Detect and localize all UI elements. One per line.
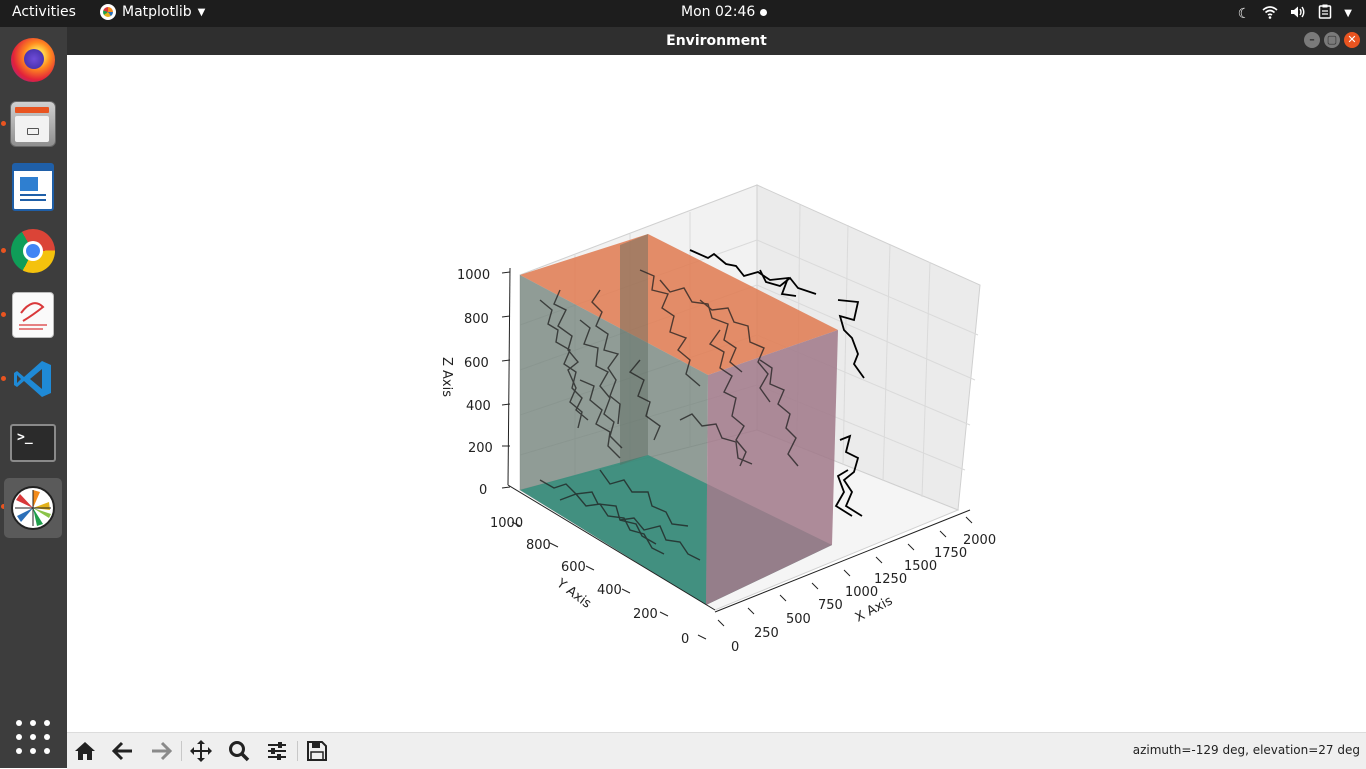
writer-icon	[12, 163, 54, 211]
configure-subplots-button[interactable]	[263, 738, 291, 764]
chrome-icon	[11, 229, 55, 273]
box-inner-face	[620, 234, 648, 465]
z-tick-label: 600	[464, 356, 489, 371]
matplotlib-icon	[100, 4, 116, 20]
back-button[interactable]	[109, 738, 137, 764]
dock-item-terminal[interactable]: >_	[4, 414, 62, 472]
chevron-down-icon[interactable]: ▼	[1344, 8, 1352, 19]
wifi-icon[interactable]	[1262, 5, 1278, 23]
x-tick-label: 0	[731, 640, 739, 655]
z-tick-labels: 1000 800 600 400 200 0	[457, 268, 493, 498]
y-tick-label: 400	[597, 583, 622, 598]
dock-item-libreoffice-writer[interactable]	[4, 158, 62, 216]
pan-icon	[190, 740, 212, 762]
y-tick-label: 200	[633, 607, 658, 622]
app-menu[interactable]: Matplotlib ▼	[100, 4, 205, 20]
configure-icon	[268, 742, 286, 760]
y-axis-label: Y Axis	[553, 576, 594, 612]
pan-button[interactable]	[187, 738, 215, 764]
zoom-icon	[229, 741, 250, 762]
forward-icon	[152, 741, 172, 761]
maximize-button[interactable]: ▢	[1324, 32, 1340, 48]
x-tick-label: 1750	[934, 546, 967, 561]
navigation-toolbar: azimuth=-129 deg, elevation=27 deg	[67, 732, 1366, 769]
back-icon	[112, 741, 132, 761]
terminal-icon: >_	[10, 424, 56, 462]
show-applications-button[interactable]	[14, 718, 52, 756]
notification-dot-icon	[760, 8, 768, 16]
window-titlebar[interactable]: Environment – ▢ ✕	[67, 27, 1366, 55]
plot-canvas[interactable]: 1000 800 600 400 200 0 Z Axis 1000 800 6…	[67, 55, 1366, 732]
top-bar: Activities Matplotlib ▼ Mon 02:46 ☾ ▼	[0, 0, 1366, 27]
close-button[interactable]: ✕	[1344, 32, 1360, 48]
dock-item-document-viewer[interactable]	[4, 286, 62, 344]
x-tick-label: 250	[754, 626, 779, 641]
y-tick-label: 0	[681, 632, 689, 647]
status-text: azimuth=-129 deg, elevation=27 deg	[1132, 743, 1360, 757]
z-tick-label: 800	[464, 312, 489, 327]
chevron-down-icon: ▼	[197, 6, 206, 18]
x-tick-label: 500	[786, 612, 811, 627]
document-viewer-icon	[12, 292, 54, 338]
dock-item-files[interactable]	[4, 95, 62, 153]
x-tick-label: 1000	[845, 585, 878, 600]
volume-icon[interactable]	[1290, 5, 1306, 23]
z-axis-label: Z Axis	[439, 357, 454, 397]
dock-item-matplotlib[interactable]	[4, 478, 62, 538]
x-tick-label: 1250	[874, 572, 907, 587]
z-tick-label: 1000	[457, 268, 490, 283]
x-tick-label: 1500	[904, 559, 937, 574]
dock-item-vscode[interactable]	[4, 350, 62, 408]
app-menu-label: Matplotlib	[122, 4, 192, 20]
files-icon	[10, 101, 56, 147]
dock: >_	[0, 27, 67, 768]
y-tick-label: 800	[526, 538, 551, 553]
save-button[interactable]	[303, 738, 331, 764]
matplotlib-icon	[11, 486, 55, 530]
clipboard-icon[interactable]	[1318, 4, 1332, 23]
dock-item-chrome[interactable]	[4, 222, 62, 280]
z-tick-label: 400	[466, 399, 491, 414]
x-tick-label: 2000	[963, 533, 996, 548]
toolbar-separator	[297, 741, 298, 761]
clock[interactable]: Mon 02:46	[681, 4, 768, 20]
activities-button[interactable]: Activities	[12, 4, 76, 20]
y-tick-label: 600	[561, 560, 586, 575]
home-button[interactable]	[71, 738, 99, 764]
z-tick-label: 0	[479, 483, 487, 498]
save-icon	[307, 741, 327, 761]
window-title: Environment	[666, 33, 767, 49]
z-tick-label: 200	[468, 441, 493, 456]
3d-axes[interactable]: 1000 800 600 400 200 0 Z Axis 1000 800 6…	[67, 55, 1366, 732]
vscode-icon	[11, 357, 55, 401]
minimize-button[interactable]: –	[1304, 32, 1320, 48]
system-tray[interactable]: ☾ ▼	[1238, 4, 1352, 23]
home-icon	[75, 742, 95, 760]
forward-button[interactable]	[147, 738, 175, 764]
x-tick-label: 750	[818, 598, 843, 613]
firefox-icon	[11, 38, 55, 82]
moon-icon[interactable]: ☾	[1238, 6, 1251, 22]
dock-item-firefox[interactable]	[4, 31, 62, 89]
zoom-button[interactable]	[225, 738, 253, 764]
toolbar-separator	[181, 741, 182, 761]
clock-label: Mon 02:46	[681, 4, 756, 20]
y-tick-label: 1000	[490, 516, 523, 531]
